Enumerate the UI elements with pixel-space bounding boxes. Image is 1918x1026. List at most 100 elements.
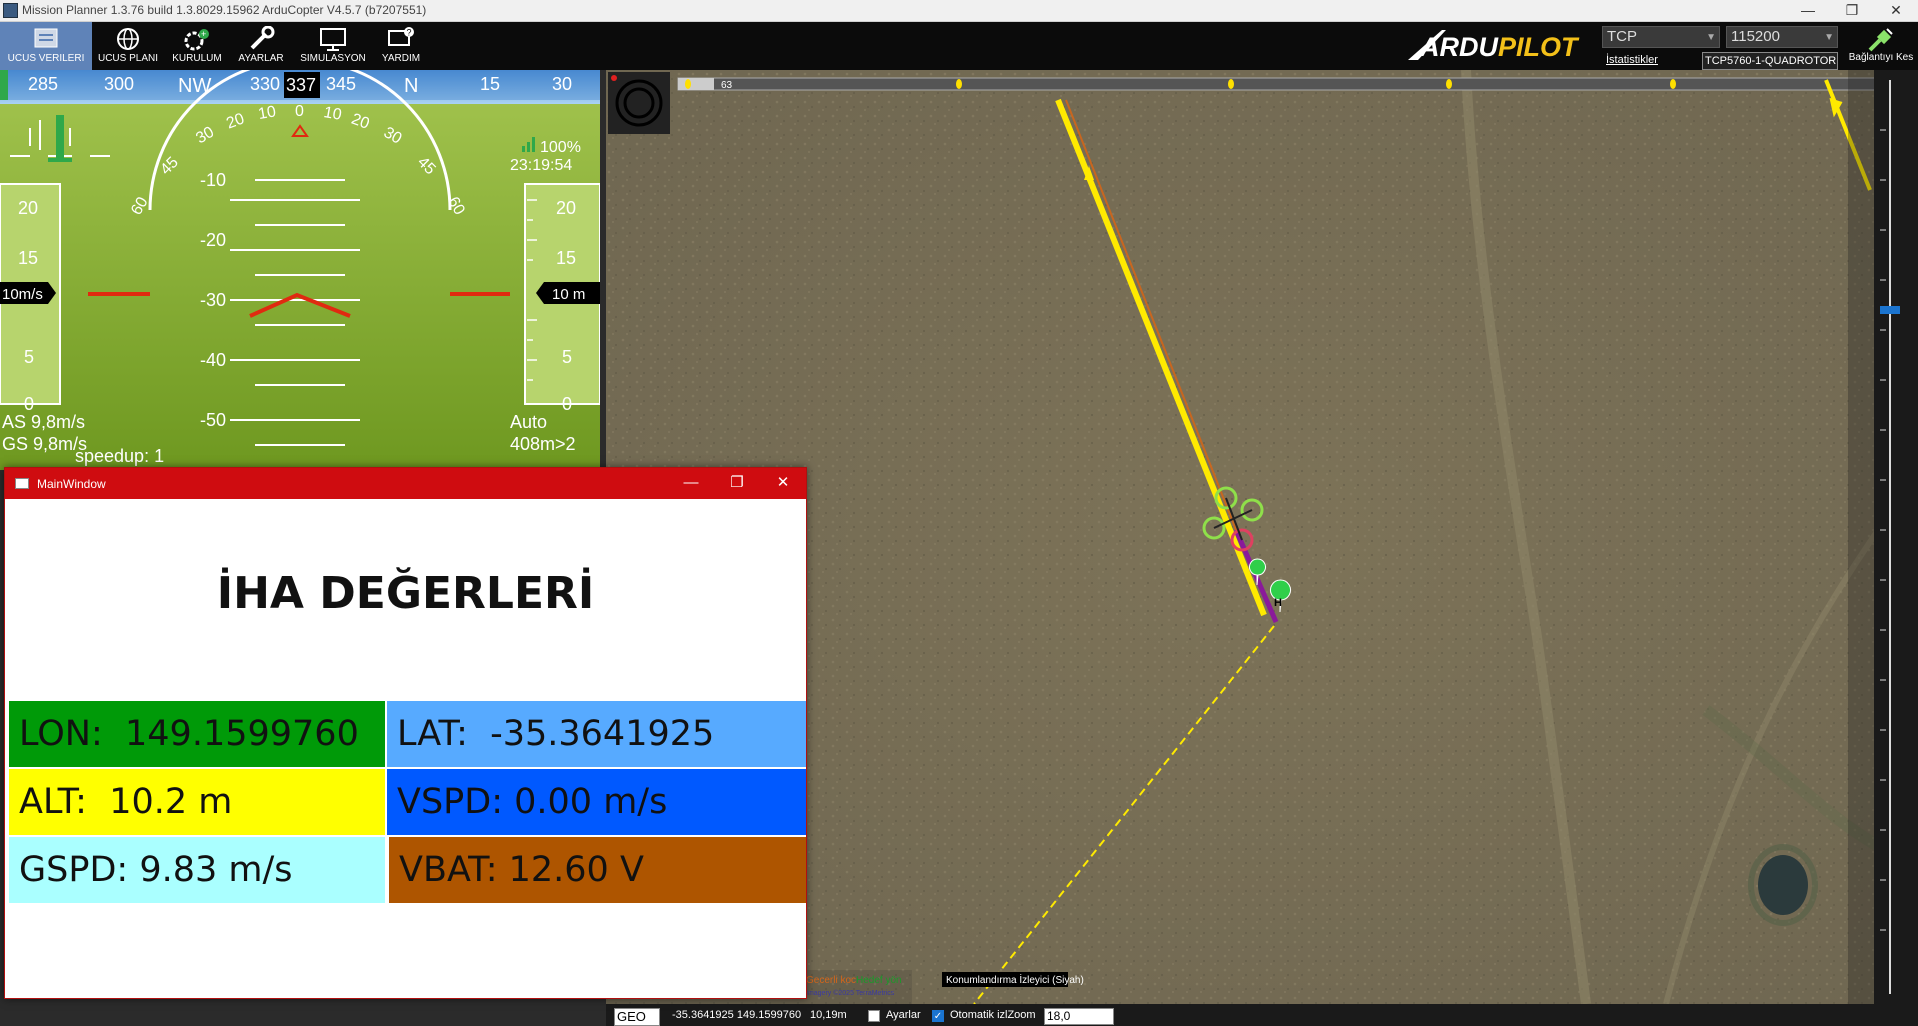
alt-readout: 10 m xyxy=(552,286,585,303)
heading-tick: N xyxy=(404,75,418,97)
speedup-text: speedup: 1 xyxy=(75,446,164,466)
speed-tape-label: 0 xyxy=(24,394,34,414)
vspd-cell: VSPD: 0.00 m/s xyxy=(387,769,806,835)
connection-type-select[interactable]: TCP ▼ xyxy=(1602,26,1720,48)
zoom-level-input[interactable]: 18,0 xyxy=(1044,1008,1114,1025)
speed-tape-label: 20 xyxy=(18,198,38,218)
autozoom-checkbox[interactable]: ✓ xyxy=(932,1010,944,1022)
minimize-button[interactable]: — xyxy=(1786,0,1830,22)
heading-tick: 300 xyxy=(104,74,134,94)
plug-icon xyxy=(1868,28,1893,52)
chevron-down-icon: ▼ xyxy=(1824,32,1834,43)
hud-panel: 285 300 NW 330 345 N 15 30 337 60 45 30 … xyxy=(0,70,600,470)
vbat-cell: VBAT: 12.60 V xyxy=(389,837,806,903)
signal-strength: 100% xyxy=(540,139,581,156)
alt-tape-label: 15 xyxy=(556,248,576,268)
setup-button[interactable]: + KURULUM xyxy=(166,22,228,70)
flight-mode: Auto xyxy=(510,412,547,432)
heading-tick: 30 xyxy=(552,74,572,94)
setup-label: KURULUM xyxy=(172,53,222,64)
svg-text:?: ? xyxy=(407,28,412,38)
main-toolbar: UCUS VERILERI UCUS PLANI + KURULUM AYARL… xyxy=(0,22,1918,70)
coordinate-format-select[interactable]: GEO xyxy=(614,1008,660,1026)
connection-type-value: TCP xyxy=(1607,28,1637,45)
maximize-button[interactable]: ❐ xyxy=(1830,0,1874,22)
disconnect-button[interactable]: Bağlantıyı Kes xyxy=(1844,24,1918,70)
speed-readout: 10m/s xyxy=(2,286,43,303)
setup-icon: + xyxy=(184,29,209,51)
heading-tick: 345 xyxy=(326,74,356,94)
pond xyxy=(1758,855,1808,915)
imagery-credit: Imagery ©2025 TerraMetrics xyxy=(806,989,895,997)
legend-target-heading: Hedef yön xyxy=(856,975,902,986)
map-statusbar: GEO -35.3641925 149.1599760 10,19m Ayarl… xyxy=(606,1004,1918,1026)
alt-cell: ALT: 10.2 m xyxy=(9,769,385,835)
airspeed-text: AS 9,8m/s xyxy=(2,412,85,432)
minimize-button[interactable]: — xyxy=(671,471,711,497)
pitch-label: -40 xyxy=(200,350,226,370)
zoom-level-value: 18,0 xyxy=(1047,1009,1071,1023)
alt-tape-label: 0 xyxy=(562,394,572,414)
window-titlebar: Mission Planner 1.3.76 build 1.3.8029.15… xyxy=(0,0,1918,22)
cursor-coordinates: -35.3641925 149.1599760 xyxy=(672,1009,802,1021)
speed-tape-label: 15 xyxy=(18,248,38,268)
uav-values-heading: İHA DEĞERLERİ xyxy=(216,568,595,619)
globe-icon xyxy=(117,28,139,50)
pitch-label: -30 xyxy=(200,290,226,310)
connection-name-select[interactable]: TCP5760-1-QUADROTOR xyxy=(1702,52,1838,70)
disconnect-label: Bağlantıyı Kes xyxy=(1848,52,1914,63)
logo-text-pilot: PILOT xyxy=(1498,32,1580,62)
connection-name-value: TCP5760-1-QUADROTOR xyxy=(1705,55,1837,67)
maximize-button[interactable]: ❐ xyxy=(717,471,757,497)
chevron-down-icon: ▼ xyxy=(1706,32,1716,43)
help-label: YARDIM xyxy=(381,53,421,64)
logo-text-ardu: ARDU xyxy=(1419,32,1499,62)
zoom-slider-thumb[interactable] xyxy=(1880,306,1900,314)
close-button[interactable]: ✕ xyxy=(763,471,803,497)
monitor-icon xyxy=(320,28,346,51)
window-icon xyxy=(15,478,29,489)
settings-button[interactable]: AYARLAR xyxy=(230,22,292,70)
help-button[interactable]: ? YARDIM xyxy=(372,22,430,70)
lon-cell: LON: 149.1599760 xyxy=(9,701,385,767)
flight-data-button[interactable]: UCUS VERILERI xyxy=(0,22,92,70)
simulation-label: SIMULASYON xyxy=(300,53,366,64)
uav-values-window: MainWindow — ❐ ✕ İHA DEĞERLERİ LON: 149.… xyxy=(4,467,807,999)
lat-cell: LAT: -35.3641925 xyxy=(387,701,806,767)
zoom-rail[interactable] xyxy=(1874,70,1918,1004)
gspd-cell: GSPD: 9.83 m/s xyxy=(9,837,385,903)
wrench-icon xyxy=(250,26,275,50)
roll-label: 10 xyxy=(322,104,343,124)
pitch-label: -50 xyxy=(200,410,226,430)
waypoint-distance: 408m>2 xyxy=(510,434,576,454)
heading-tick: 285 xyxy=(28,74,58,94)
cursor-altitude: 10,19m xyxy=(810,1009,847,1021)
roll-label: 0 xyxy=(295,103,304,120)
flight-data-icon xyxy=(34,28,58,48)
window-title: Mission Planner 1.3.76 build 1.3.8029.15… xyxy=(22,3,427,17)
pitch-label: -20 xyxy=(200,230,226,250)
heading-tick: 15 xyxy=(480,74,500,94)
statistics-link[interactable]: İstatistikler xyxy=(1606,54,1658,66)
tracker-label: Konumlandırma İzleyici (Siyah) xyxy=(946,973,1084,986)
autozoom-checkbox-label: Otomatik izlZoom xyxy=(950,1009,1036,1021)
uav-window-title: MainWindow xyxy=(37,477,106,491)
settings-label: AYARLAR xyxy=(238,53,284,64)
svg-text:+: + xyxy=(201,29,206,39)
close-button[interactable]: ✕ xyxy=(1874,0,1918,22)
hud-time: 23:19:54 xyxy=(510,157,572,174)
roll-label: 10 xyxy=(257,103,278,123)
flight-plan-button[interactable]: UCUS PLANI xyxy=(94,22,162,70)
settings-checkbox[interactable] xyxy=(868,1010,880,1022)
help-icon: ? xyxy=(388,27,414,46)
heading-tick: 330 xyxy=(250,74,280,94)
ardupilot-logo: ARDU PILOT xyxy=(1402,26,1602,64)
timeline-slider[interactable] xyxy=(677,77,1915,91)
baud-rate-select[interactable]: 115200 ▼ xyxy=(1726,26,1838,48)
alt-tape-label: 5 xyxy=(562,347,572,367)
baud-rate-value: 115200 xyxy=(1731,28,1780,45)
simulation-button[interactable]: SIMULASYON xyxy=(296,22,370,70)
coordinate-format-value: GEO xyxy=(617,1009,646,1024)
heading-readout: 337 xyxy=(286,75,316,95)
home-marker-label: H xyxy=(1274,597,1282,609)
